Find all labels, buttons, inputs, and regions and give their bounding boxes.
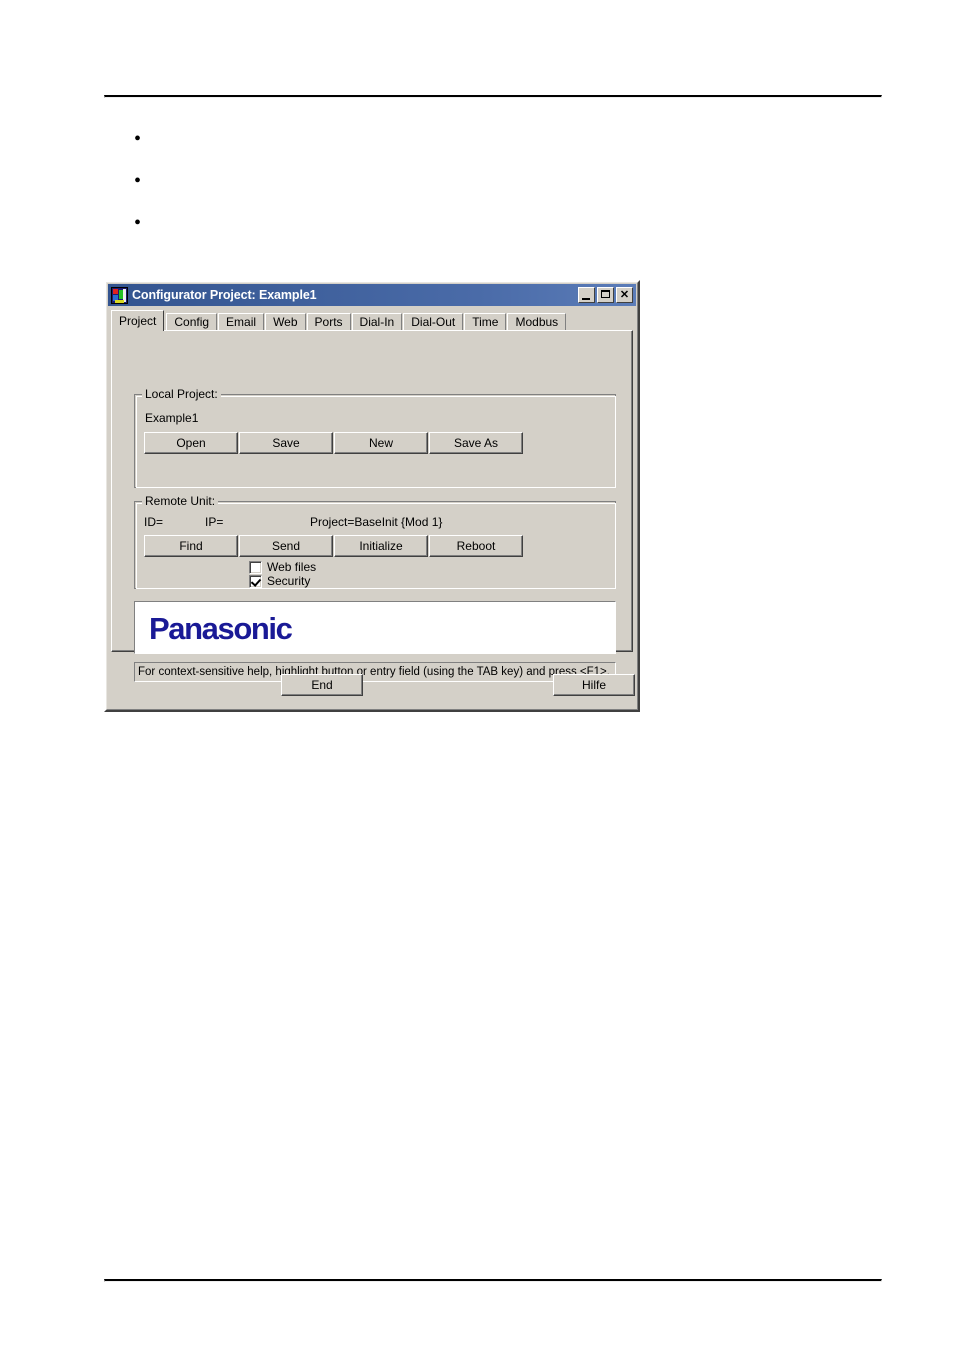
list-item (104, 160, 804, 202)
configurator-dialog: Configurator Project: Example1 ✕ Project… (104, 280, 640, 712)
tab-time[interactable]: Time (464, 313, 507, 331)
help-button[interactable]: Hilfe (553, 674, 635, 696)
security-checkbox[interactable] (249, 574, 262, 588)
panasonic-logo: Panasonic (149, 611, 293, 646)
open-button[interactable]: Open (144, 432, 238, 454)
remote-ip-label: IP= (205, 515, 224, 529)
bullet-list (104, 118, 804, 244)
web-files-checkbox-row[interactable]: Web files (249, 560, 316, 574)
local-project-name: Example1 (145, 411, 199, 425)
list-item (104, 202, 804, 244)
tab-web[interactable]: Web (265, 313, 306, 331)
reboot-button[interactable]: Reboot (429, 535, 523, 557)
window-controls: ✕ (578, 287, 633, 303)
tab-modbus[interactable]: Modbus (507, 313, 567, 331)
tab-ports[interactable]: Ports (306, 313, 351, 331)
app-icon (111, 286, 128, 304)
tab-config[interactable]: Config (166, 313, 218, 331)
save-as-button[interactable]: Save As (429, 432, 523, 454)
end-button[interactable]: End (281, 674, 363, 696)
tab-email[interactable]: Email (218, 313, 265, 331)
logo-panel: Panasonic (134, 601, 616, 654)
tab-panel-project: Local Project: Example1 Open Save New Sa… (111, 330, 633, 682)
web-files-checkbox[interactable] (249, 560, 262, 574)
minimize-button[interactable] (578, 287, 595, 303)
remote-unit-legend: Remote Unit: (142, 494, 219, 508)
local-project-group: Local Project: Example1 Open Save New Sa… (134, 387, 616, 488)
status-bar: For context-sensitive help, highlight bu… (134, 662, 616, 682)
close-icon[interactable]: ✕ (616, 287, 633, 303)
save-button[interactable]: Save (239, 432, 333, 454)
security-label: Security (267, 574, 311, 588)
maximize-button[interactable] (597, 287, 614, 303)
title-bar[interactable]: Configurator Project: Example1 ✕ (108, 284, 636, 306)
security-checkbox-row[interactable]: Security (249, 574, 310, 588)
web-files-label: Web files (267, 560, 317, 574)
remote-unit-group: Remote Unit: ID= IP= Project=BaseInit {M… (134, 494, 616, 589)
tab-dial-out[interactable]: Dial-Out (403, 313, 464, 331)
tab-strip: Project Config Email Web Ports Dial-In D… (111, 310, 633, 331)
new-button[interactable]: New (334, 432, 428, 454)
window-title: Configurator Project: Example1 (132, 288, 317, 302)
find-button[interactable]: Find (144, 535, 238, 557)
list-item (104, 118, 804, 160)
tab-project[interactable]: Project (111, 310, 165, 331)
send-button[interactable]: Send (239, 535, 333, 557)
local-project-legend: Local Project: (142, 387, 221, 401)
footer-rule (104, 1279, 882, 1282)
remote-id-label: ID= (144, 515, 164, 529)
header-rule (104, 95, 882, 98)
initialize-button[interactable]: Initialize (334, 535, 428, 557)
tab-dial-in[interactable]: Dial-In (351, 313, 403, 331)
remote-project-label: Project=BaseInit {Mod 1} (310, 515, 443, 529)
